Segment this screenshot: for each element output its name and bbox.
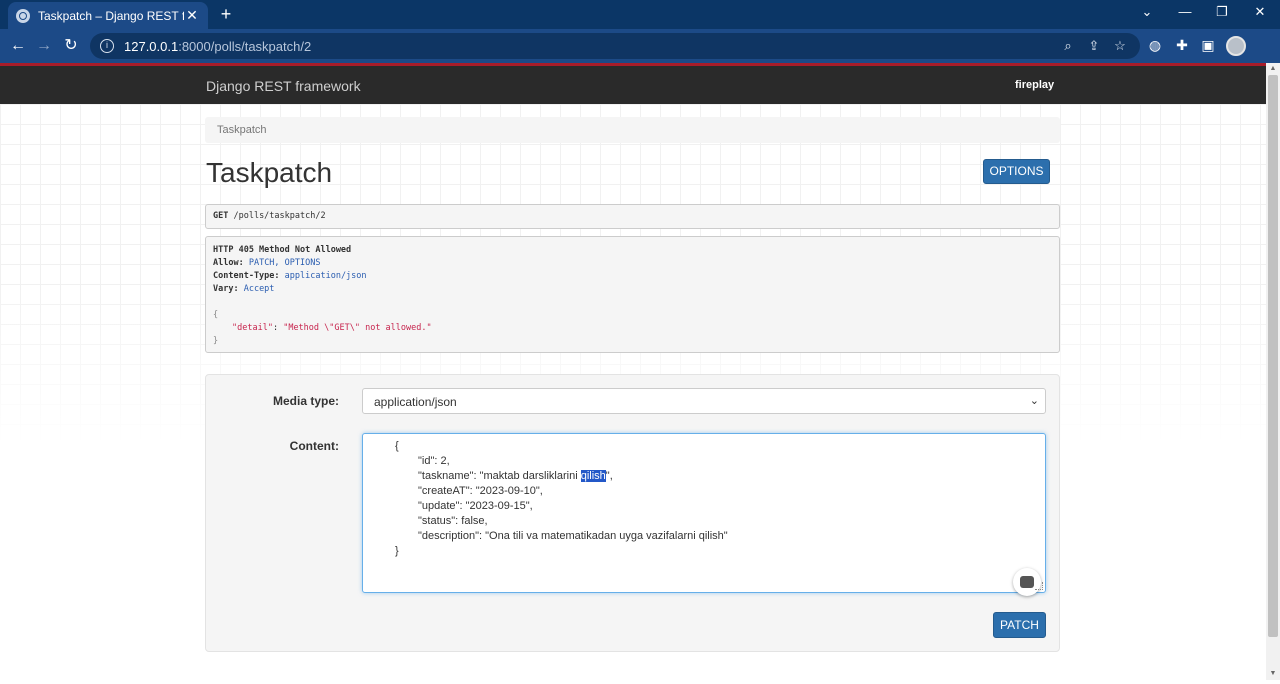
- chevron-down-icon: ⌄: [1029, 395, 1039, 407]
- page-content: Taskpatch Taskpatch OPTIONS GET /polls/t…: [0, 104, 1266, 684]
- response-detail-key: "detail": [232, 323, 273, 333]
- json-line-taskname-text: "taskname": "maktab darsliklarini: [418, 470, 581, 482]
- bookmark-star-icon[interactable]: ☆: [1112, 38, 1128, 54]
- text-selection: qilish: [580, 470, 606, 482]
- site-info-icon[interactable]: i: [100, 39, 114, 53]
- media-type-value: application/json: [374, 395, 457, 409]
- content-textarea[interactable]: { "id": 2, "taskname": "maktab darslikla…: [362, 433, 1046, 596]
- close-tab-icon[interactable]: ✕: [184, 7, 200, 24]
- reload-button[interactable]: ↻: [61, 36, 81, 56]
- forward-button[interactable]: →: [34, 36, 54, 56]
- request-info: GET /polls/taskpatch/2: [205, 204, 1060, 229]
- response-detail-value: "Method \"GET\" not allowed.": [283, 323, 432, 333]
- header-allow-value: PATCH, OPTIONS: [243, 258, 321, 268]
- json-line: }: [395, 545, 399, 557]
- header-vary-key: Vary:: [213, 284, 239, 294]
- json-line: "update": "2023-09-15",: [418, 500, 533, 512]
- json-line: "id": 2,: [418, 455, 450, 467]
- json-line: {: [395, 440, 399, 452]
- json-line: "description": "Ona tili va matematikada…: [418, 530, 728, 542]
- response-json-open: {: [213, 310, 219, 320]
- profile-avatar[interactable]: [1226, 36, 1246, 56]
- user-menu[interactable]: fireplay: [1015, 79, 1054, 91]
- request-path: /polls/taskpatch/2: [228, 211, 326, 221]
- zoom-icon[interactable]: ⌕: [1060, 38, 1076, 54]
- side-panel-icon[interactable]: ▣: [1199, 36, 1217, 54]
- patch-form: Media type: application/json ⌄ Content: …: [205, 374, 1060, 652]
- page-scrollbar[interactable]: ▲ ▼: [1266, 63, 1280, 680]
- url-path: :8000/polls/taskpatch/2: [178, 38, 312, 54]
- header-content-type-key: Content-Type:: [213, 271, 280, 281]
- json-line-taskname: "taskname": "maktab darsliklarini qilish…: [418, 470, 613, 482]
- back-button[interactable]: ←: [8, 36, 28, 56]
- options-button[interactable]: OPTIONS: [983, 159, 1050, 184]
- media-type-label: Media type:: [272, 394, 339, 408]
- extension-globe-icon[interactable]: ◍: [1146, 36, 1164, 54]
- content-label: Content:: [289, 439, 339, 453]
- tab-title: Taskpatch – Django REST framew: [38, 8, 184, 23]
- scroll-up-icon[interactable]: ▲: [1266, 63, 1280, 75]
- minimize-button[interactable]: —: [1175, 4, 1195, 19]
- response-detail-sep: :: [272, 323, 284, 333]
- tab-search-icon[interactable]: ⌄: [1137, 4, 1157, 20]
- address-bar[interactable]: i 127.0.0.1:8000/polls/taskpatch/2 ⌕ ⇪ ☆: [90, 33, 1140, 59]
- json-line: "createAT": "2023-09-10",: [418, 485, 543, 497]
- breadcrumb-item[interactable]: Taskpatch: [217, 124, 267, 136]
- maximize-button[interactable]: ❐: [1212, 4, 1232, 20]
- response-info: HTTP 405 Method Not Allowed Allow: PATCH…: [205, 236, 1060, 353]
- globe-icon: [16, 8, 30, 23]
- page-title: Taskpatch: [206, 157, 333, 188]
- scroll-down-icon[interactable]: ▼: [1266, 668, 1280, 680]
- header-content-type-value: application/json: [279, 271, 367, 281]
- tab-strip: Taskpatch – Django REST framew ✕ + ⌄ — ❐…: [0, 0, 1280, 29]
- json-line-taskname-end: ",: [605, 470, 613, 482]
- extensions-puzzle-icon[interactable]: ✚: [1173, 36, 1191, 54]
- json-line: "status": false,: [418, 515, 488, 527]
- url-host: 127.0.0.1: [124, 38, 179, 54]
- response-status: HTTP 405 Method Not Allowed: [213, 245, 352, 255]
- scroll-thumb[interactable]: [1268, 75, 1278, 637]
- browser-toolbar: ← → ↻ i 127.0.0.1:8000/polls/taskpatch/2…: [0, 29, 1280, 63]
- header-allow-key: Allow:: [213, 258, 244, 268]
- media-type-select[interactable]: application/json ⌄: [362, 388, 1046, 414]
- response-json-close: }: [213, 336, 219, 346]
- resize-handle[interactable]: [1035, 582, 1043, 590]
- share-icon[interactable]: ⇪: [1086, 38, 1102, 54]
- browser-tab[interactable]: Taskpatch – Django REST framew ✕: [8, 2, 208, 29]
- header-vary-value: Accept: [238, 284, 275, 294]
- close-window-button[interactable]: ✕: [1250, 4, 1270, 20]
- top-navbar: Django REST framework fireplay: [0, 66, 1266, 104]
- breadcrumb: Taskpatch: [205, 117, 1060, 143]
- new-tab-button[interactable]: +: [216, 4, 236, 24]
- request-method: GET: [213, 211, 229, 221]
- brand-link[interactable]: Django REST framework: [206, 78, 361, 94]
- patch-button[interactable]: PATCH: [993, 612, 1046, 638]
